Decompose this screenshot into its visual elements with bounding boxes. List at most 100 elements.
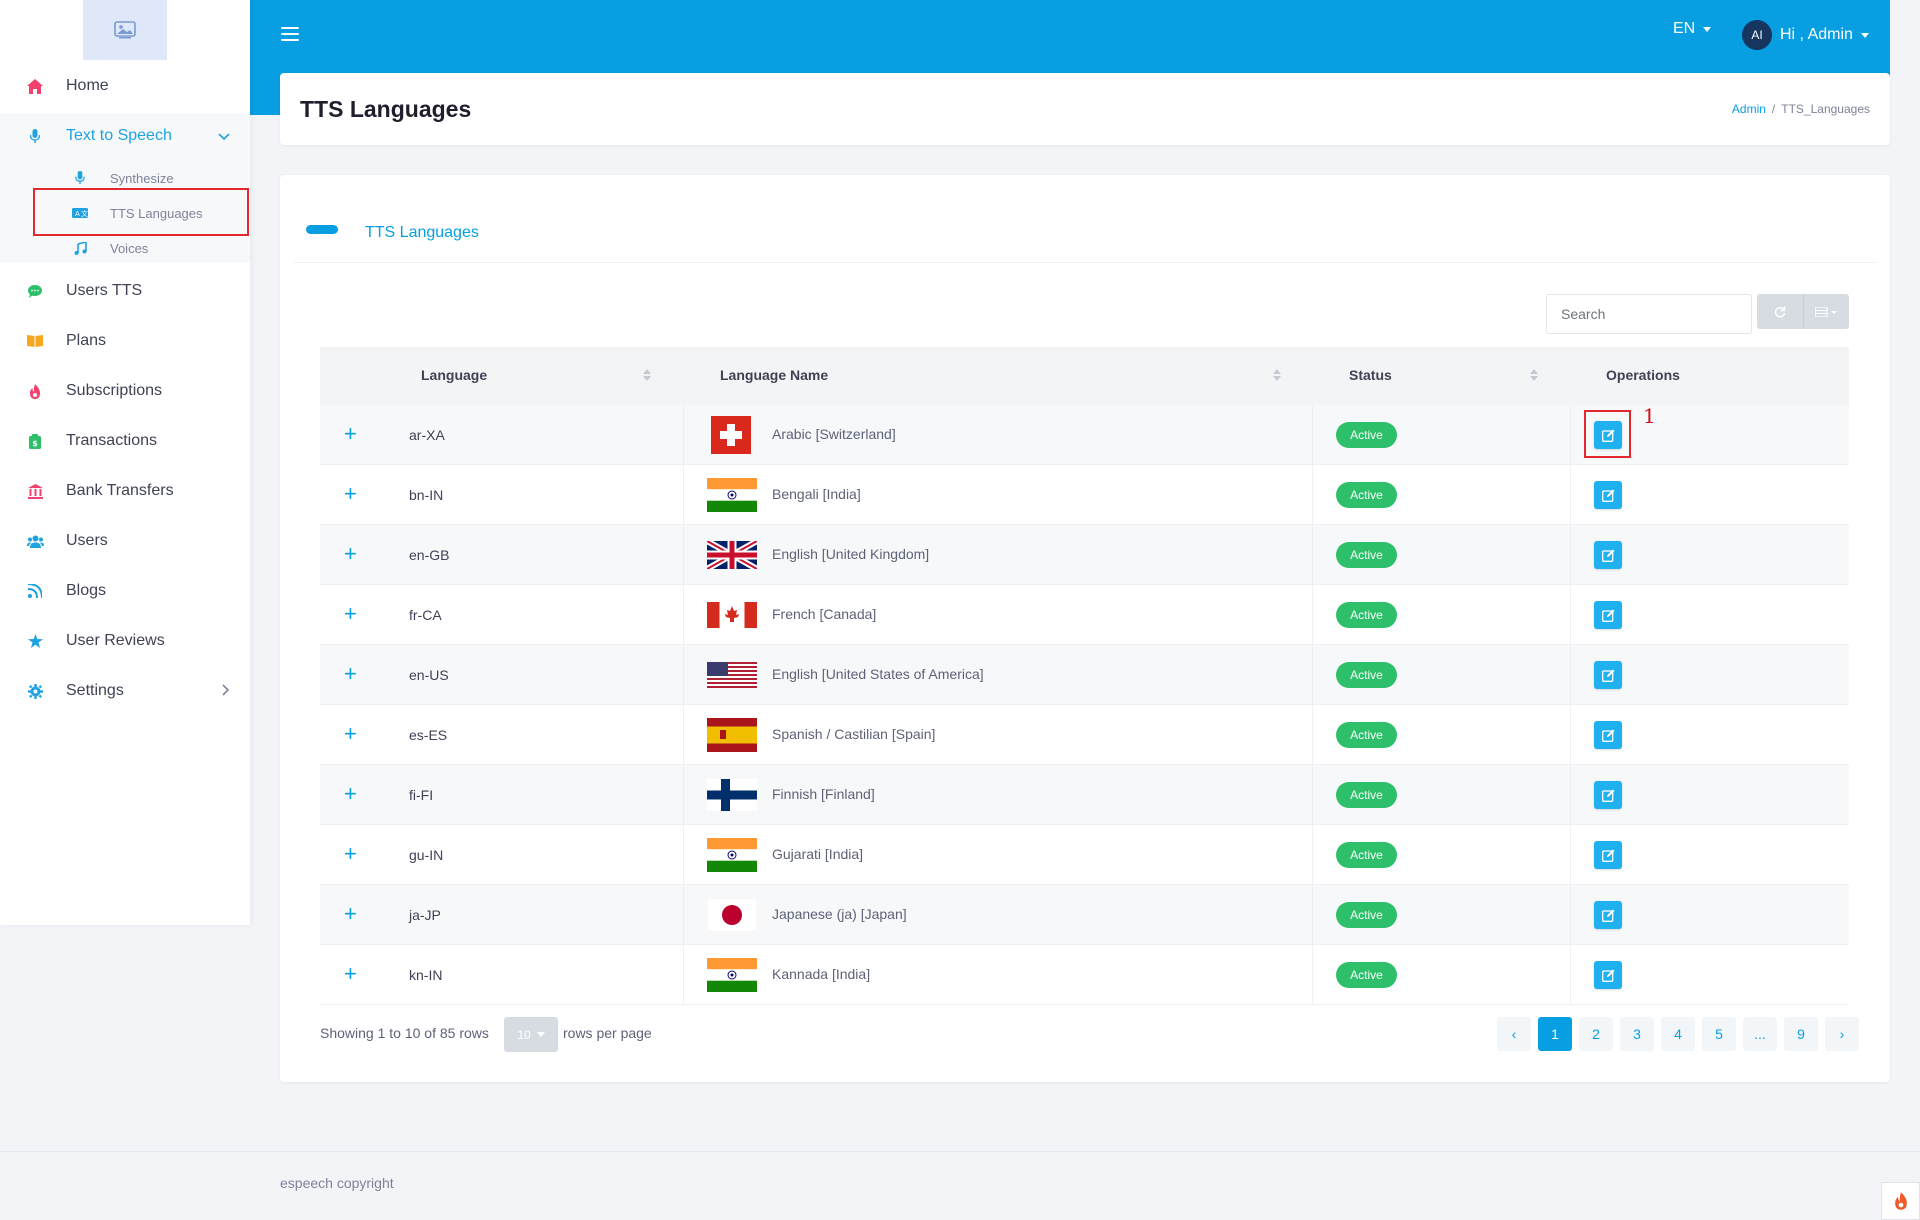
sidebar-item-text-to-speech[interactable]: Text to Speech (0, 116, 250, 156)
edit-button[interactable] (1594, 481, 1622, 509)
language-name: French [Canada] (772, 606, 877, 622)
breadcrumb: Admin / TTS_Languages (1732, 102, 1870, 116)
caret-down-icon (1860, 32, 1869, 38)
language-code: ja-JP (409, 907, 441, 923)
table-row: + bn-IN Bengali [India] Active (320, 465, 1849, 525)
refresh-button[interactable] (1757, 294, 1804, 329)
sidebar-item-label: Plans (66, 332, 107, 349)
card-title: TTS Languages (365, 224, 479, 241)
edit-button[interactable] (1594, 781, 1622, 809)
sidebar-item-user-reviews[interactable]: User Reviews (0, 621, 250, 661)
sidebar-item-label: Text to Speech (66, 127, 172, 144)
pagination-page[interactable]: 4 (1661, 1017, 1695, 1051)
search-input[interactable] (1546, 294, 1752, 334)
sidebar-subitem-voices[interactable]: Voices (0, 233, 250, 263)
hamburger-menu-icon[interactable] (281, 27, 299, 43)
caret-down-icon (536, 1032, 545, 1037)
edit-icon (1601, 549, 1614, 562)
sort-icon[interactable] (643, 369, 651, 381)
expand-row-button[interactable]: + (344, 723, 357, 745)
sidebar-item-blogs[interactable]: Blogs (0, 571, 250, 611)
edit-button[interactable] (1594, 901, 1622, 929)
pagination-page[interactable]: 5 (1702, 1017, 1736, 1051)
pagination-prev[interactable]: ‹ (1497, 1017, 1531, 1051)
breadcrumb-admin-link[interactable]: Admin (1732, 102, 1766, 116)
card-title-accent (306, 225, 338, 234)
columns-toggle-button[interactable] (1804, 294, 1850, 329)
column-header-language[interactable]: Language (421, 367, 487, 383)
flag-finland-icon (707, 779, 757, 811)
edit-icon (1601, 969, 1614, 982)
language-switcher[interactable]: EN (1673, 20, 1712, 38)
sidebar-item-users-tts[interactable]: Users TTS (0, 271, 250, 311)
column-divider (1312, 405, 1313, 465)
edit-button[interactable] (1594, 721, 1622, 749)
language-code: gu-IN (409, 847, 444, 863)
sidebar-subitem-label: Voices (110, 240, 149, 256)
column-divider (1570, 825, 1571, 885)
expand-row-button[interactable]: + (344, 603, 357, 625)
sidebar-item-transactions[interactable]: $ Transactions (0, 421, 250, 461)
expand-row-button[interactable]: + (344, 543, 357, 565)
status-badge: Active (1336, 842, 1397, 868)
sidebar-item-home[interactable]: Home (0, 66, 250, 106)
edit-button[interactable] (1594, 601, 1622, 629)
pagination-page[interactable]: 2 (1579, 1017, 1613, 1051)
expand-row-button[interactable]: + (344, 483, 357, 505)
pagination-page[interactable]: 1 (1538, 1017, 1572, 1051)
chevron-down-icon (218, 128, 230, 146)
language-name: English [United States of America] (772, 666, 984, 682)
bank-icon (26, 482, 44, 500)
pagination-next[interactable]: › (1825, 1017, 1859, 1051)
footer-copyright: espeech copyright (280, 1175, 394, 1191)
sidebar-item-settings[interactable]: Settings (0, 671, 250, 711)
edit-button[interactable] (1594, 961, 1622, 989)
sidebar-item-label: Users (66, 532, 108, 549)
language-code: en-US (409, 667, 449, 683)
language-code: en-GB (409, 547, 450, 563)
edit-button[interactable] (1594, 541, 1622, 569)
pagination-page[interactable]: 9 (1784, 1017, 1818, 1051)
column-divider (1570, 465, 1571, 525)
edit-button[interactable] (1594, 841, 1622, 869)
card-header (294, 175, 1876, 263)
column-header-status[interactable]: Status (1349, 367, 1392, 383)
fire-button[interactable] (1881, 1182, 1920, 1220)
flag-uk-icon (707, 541, 757, 569)
chat-icon (26, 282, 44, 300)
language-code: kn-IN (409, 967, 443, 983)
sort-icon[interactable] (1530, 369, 1538, 381)
column-divider (1312, 765, 1313, 825)
column-header-language-name[interactable]: Language Name (720, 367, 828, 383)
table-toolbar (1757, 294, 1849, 329)
flag-india-icon (707, 958, 757, 992)
status-badge: Active (1336, 422, 1397, 448)
expand-row-button[interactable]: + (344, 423, 357, 445)
sidebar-item-subscriptions[interactable]: Subscriptions (0, 371, 250, 411)
language-name: Gujarati [India] (772, 846, 864, 862)
pagination: ‹ 1 2 3 4 5... 9 › (1497, 1017, 1859, 1051)
user-menu[interactable]: AI Hi , Admin (1742, 20, 1869, 50)
expand-row-button[interactable]: + (344, 843, 357, 865)
language-name: English [United Kingdom] (772, 546, 930, 562)
pagination-page[interactable]: ... (1743, 1017, 1777, 1051)
sidebar-item-users[interactable]: Users (0, 521, 250, 561)
expand-row-button[interactable]: + (344, 663, 357, 685)
table-row: + es-ES Spanish / Castilian [Spain] Active (320, 705, 1849, 765)
language-name: Spanish / Castilian [Spain] (772, 726, 936, 742)
rows-per-page-label: rows per page (563, 1025, 652, 1041)
sidebar-item-plans[interactable]: Plans (0, 321, 250, 361)
sidebar: Home Text to Speech Synthesize A文 TTS La… (0, 0, 250, 925)
edit-button[interactable] (1594, 661, 1622, 689)
column-divider (1570, 765, 1571, 825)
sidebar-item-bank-transfers[interactable]: Bank Transfers (0, 471, 250, 511)
expand-row-button[interactable]: + (344, 903, 357, 925)
pagination-page[interactable]: 3 (1620, 1017, 1654, 1051)
footer-divider (0, 1151, 1920, 1152)
expand-row-button[interactable]: + (344, 963, 357, 985)
logo[interactable] (83, 0, 167, 60)
sort-icon[interactable] (1273, 369, 1281, 381)
rows-per-page-select[interactable]: 10 (504, 1017, 558, 1052)
column-divider (1570, 885, 1571, 945)
expand-row-button[interactable]: + (344, 783, 357, 805)
